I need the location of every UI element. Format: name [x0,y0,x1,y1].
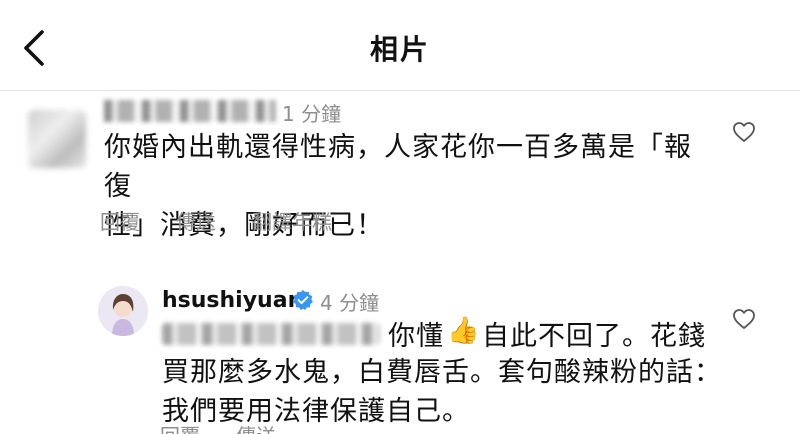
translate-button[interactable]: 翻譯年糕 [252,206,332,235]
avatar-blurred[interactable] [28,110,86,168]
comment-text-segment: 你懂 [388,321,444,352]
comment-text-line: 買那麼多水鬼，白費唇舌。套句酸辣粉的話： [162,357,722,388]
verified-badge-icon [293,290,313,311]
screen: 相片 1 分鐘 你婚內出軌還得性病，人家花你一百多萬是「報復 性」消費，剛好而已… [0,0,800,434]
verified-badge [292,289,314,311]
comment-actions: 回覆 傳送 [160,420,360,434]
send-button[interactable]: 傳送 [176,206,216,235]
header-bar: 相片 [0,0,800,91]
comment-time: 4 分鐘 [320,291,380,315]
send-button[interactable]: 傳送 [236,420,276,434]
comment-actions: 回覆 傳送 翻譯年糕 [100,206,400,236]
like-button[interactable] [732,120,756,144]
heart-icon [733,309,755,329]
comment-time: 1 分鐘 [282,102,342,126]
avatar-portrait-icon [98,286,148,336]
reply-button[interactable]: 回覆 [100,206,140,235]
comment-text-segment: 自此不回了。花錢 [482,321,706,352]
comment-item: 1 分鐘 你婚內出軌還得性病，人家花你一百多萬是「報復 性」消費，剛好而已！ 回… [0,92,800,282]
comment-text-line: 你婚內出軌還得性病，人家花你一百多萬是「報復 [104,132,692,202]
mention-blurred[interactable] [162,323,380,345]
page-title: 相片 [369,33,430,66]
comment-item: hsushiyuan 4 分鐘 你懂 👍 自此不回了。花錢 買那麼多水鬼，白費唇… [0,282,800,434]
avatar[interactable] [98,286,148,336]
username-blurred[interactable] [104,100,276,122]
like-button[interactable] [732,307,756,331]
heart-icon [733,122,755,142]
thumbs-up-icon: 👍 [447,316,480,346]
username-link[interactable]: hsushiyuan [162,288,303,313]
reply-button[interactable]: 回覆 [160,420,200,434]
